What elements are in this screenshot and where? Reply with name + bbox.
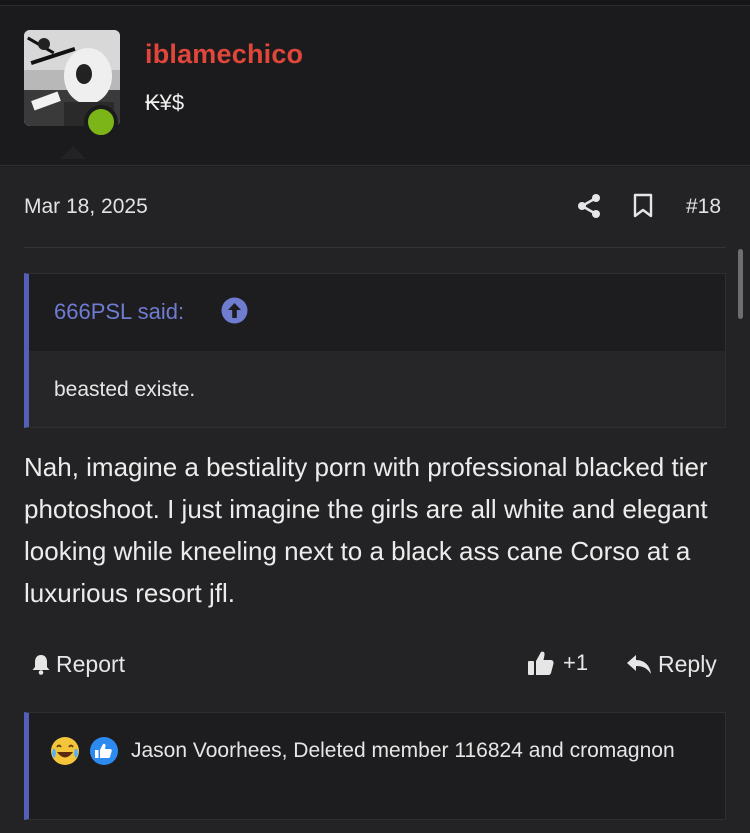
post-date[interactable]: Mar 18, 2025	[24, 195, 148, 219]
scrollbar[interactable]	[738, 249, 743, 319]
reply-label: Reply	[658, 650, 717, 677]
quote-text: beasted existe.	[54, 378, 196, 401]
user-title: ₭¥$	[145, 90, 185, 115]
avatar-container[interactable]	[24, 30, 120, 139]
report-label: Report	[56, 650, 126, 677]
quote-header: 666PSL said:	[29, 274, 725, 351]
divider	[24, 247, 726, 248]
arrow-up-circle-icon[interactable]	[221, 297, 248, 324]
reply-arrow-icon	[627, 655, 651, 674]
post: Mar 18, 2025 #18 666PSL said: beasted ex…	[0, 167, 750, 833]
bell-icon	[32, 655, 50, 675]
report-button[interactable]: Report	[30, 649, 125, 679]
like-button[interactable]: +1	[527, 647, 588, 679]
quote-body: beasted existe.	[29, 351, 725, 427]
post-number-link[interactable]: #18	[686, 195, 721, 219]
quote-author-link[interactable]: 666PSL said:	[54, 299, 184, 325]
username[interactable]: iblamechico	[145, 39, 303, 70]
header-caret	[60, 146, 86, 159]
quote-block: 666PSL said: beasted existe.	[24, 273, 726, 428]
share-icon[interactable]	[577, 193, 601, 219]
thumbs-up-icon	[528, 651, 554, 675]
reply-button[interactable]: Reply	[626, 649, 717, 679]
post-message: Nah, imagine a bestiality porn with prof…	[24, 452, 708, 608]
user-header: iblamechico ₭¥$	[0, 6, 750, 166]
online-status-dot	[84, 105, 118, 139]
like-count: +1	[563, 650, 589, 675]
reactions-bar[interactable]: Jason Voorhees, Deleted member 116824 an…	[24, 712, 726, 820]
bookmark-icon[interactable]	[632, 193, 654, 219]
reactions-text[interactable]: Jason Voorhees, Deleted member 116824 an…	[49, 735, 689, 767]
